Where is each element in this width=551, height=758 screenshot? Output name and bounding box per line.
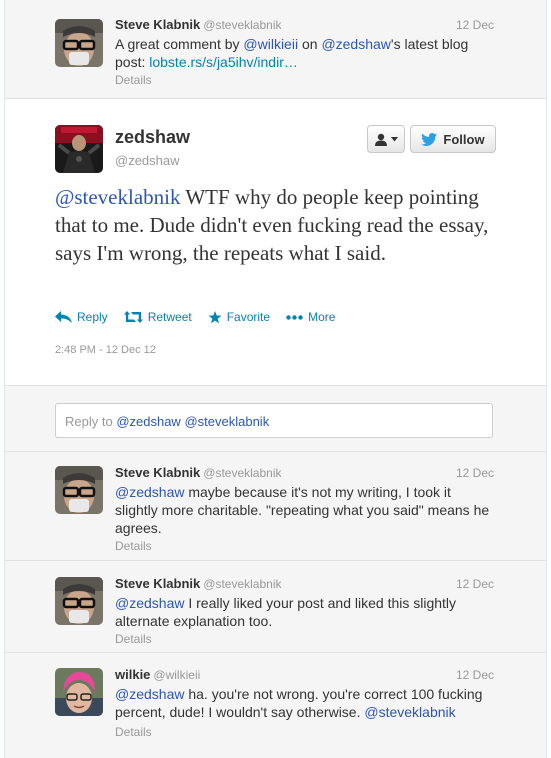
avatar[interactable] — [55, 19, 103, 67]
tweet-item[interactable]: Steve Klabnik @steveklabnik 12 Dec @zedsh… — [5, 561, 546, 653]
author-handle[interactable]: @steveklabnik — [203, 18, 281, 32]
follow-label: Follow — [443, 131, 485, 147]
favorite-button[interactable]: Favorite — [208, 310, 270, 324]
tweet-text-part: on — [298, 36, 322, 52]
details-link[interactable]: Details — [115, 73, 152, 87]
avatar[interactable] — [55, 466, 103, 514]
twitter-bird-icon — [421, 132, 438, 146]
reply-button[interactable]: Reply — [55, 310, 108, 324]
url-link[interactable]: lobste.rs/s/ja5ihv/indir… — [149, 54, 298, 70]
user-icon — [375, 133, 387, 146]
tweet-text: @zedshaw maybe because it's not my writi… — [115, 483, 495, 537]
tweet-text: @zedshaw I really liked your post and li… — [115, 594, 495, 630]
mention-link[interactable]: @wilkieii — [243, 36, 298, 52]
mention-link[interactable]: @zedshaw — [115, 686, 184, 702]
author-name-text[interactable]: Steve Klabnik — [115, 576, 200, 591]
tweet-date[interactable]: 12 Dec — [456, 577, 494, 591]
reply-mention: @zedshaw — [116, 414, 181, 429]
more-dots-icon — [286, 314, 303, 320]
author-handle[interactable]: @steveklabnik — [203, 466, 281, 480]
reply-box-container: Reply to @zedshaw @steveklabnik — [5, 386, 546, 452]
reply-icon — [55, 311, 72, 323]
mention-link[interactable]: @steveklabnik — [364, 704, 455, 720]
details-link[interactable]: Details — [115, 632, 152, 646]
more-button[interactable]: More — [286, 310, 335, 324]
favorite-label: Favorite — [226, 310, 271, 324]
details-link[interactable]: Details — [115, 539, 152, 553]
author-name-text[interactable]: Steve Klabnik — [115, 465, 200, 480]
follow-button[interactable]: Follow — [410, 125, 496, 153]
reply-mention: @steveklabnik — [184, 414, 270, 429]
more-label: More — [308, 310, 336, 324]
tweet-text-part: A great comment by — [115, 36, 244, 52]
author-name[interactable]: wilkie @wilkieii — [115, 667, 200, 682]
author-handle[interactable]: @steveklabnik — [203, 577, 281, 591]
avatar[interactable] — [55, 577, 103, 625]
retweet-button[interactable]: Retweet — [123, 310, 192, 324]
tweet-text: @zedshaw ha. you're not wrong. you're co… — [115, 685, 495, 721]
tweet-item[interactable]: Steve Klabnik @steveklabnik 12 Dec @zedsh… — [5, 452, 546, 561]
author-handle[interactable]: @zedshaw — [115, 153, 180, 168]
retweet-label: Retweet — [147, 310, 192, 324]
mention-link[interactable]: @zedshaw — [115, 484, 184, 500]
mention-link[interactable]: @steveklabnik — [55, 185, 180, 209]
tweet-text: A great comment by @wilkieii on @zedshaw… — [115, 35, 495, 71]
tweet-date[interactable]: 12 Dec — [456, 18, 494, 32]
avatar[interactable] — [55, 668, 103, 716]
retweet-icon — [123, 311, 143, 323]
author-name[interactable]: zedshaw — [115, 127, 190, 148]
avatar[interactable] — [55, 125, 103, 173]
star-icon — [208, 310, 222, 323]
author-name[interactable]: Steve Klabnik @steveklabnik — [115, 17, 281, 32]
tweet-timestamp[interactable]: 2:48 PM - 12 Dec 12 — [55, 344, 156, 356]
mention-link[interactable]: @zedshaw — [321, 36, 390, 52]
tweet-conversation: Steve Klabnik @steveklabnik 12 Dec A grea… — [4, 0, 547, 758]
reply-placeholder: Reply to — [65, 414, 117, 429]
tweet-text: @steveklabnik WTF why do people keep poi… — [55, 183, 505, 267]
author-name-text[interactable]: wilkie — [115, 667, 150, 682]
author-name[interactable]: Steve Klabnik @steveklabnik — [115, 576, 281, 591]
details-link[interactable]: Details — [115, 725, 152, 739]
tweet-item[interactable]: Steve Klabnik @steveklabnik 12 Dec A grea… — [5, 0, 546, 99]
caret-down-icon — [391, 136, 398, 141]
main-tweet: zedshaw @zedshaw Follow @steveklabnik WT… — [5, 99, 546, 386]
reply-label: Reply — [77, 310, 108, 324]
author-handle[interactable]: @wilkieii — [153, 668, 200, 682]
user-actions-button[interactable] — [367, 125, 405, 153]
author-name[interactable]: Steve Klabnik @steveklabnik — [115, 465, 281, 480]
tweet-date[interactable]: 12 Dec — [456, 466, 494, 480]
tweet-date[interactable]: 12 Dec — [456, 668, 494, 682]
tweet-item[interactable]: wilkie @wilkieii 12 Dec @zedshaw ha. you'… — [5, 653, 546, 758]
reply-input[interactable]: Reply to @zedshaw @steveklabnik — [55, 403, 493, 438]
tweet-actions: Reply Retweet Favorite More — [55, 310, 335, 324]
mention-link[interactable]: @zedshaw — [115, 595, 184, 611]
author-name-text[interactable]: Steve Klabnik — [115, 17, 200, 32]
